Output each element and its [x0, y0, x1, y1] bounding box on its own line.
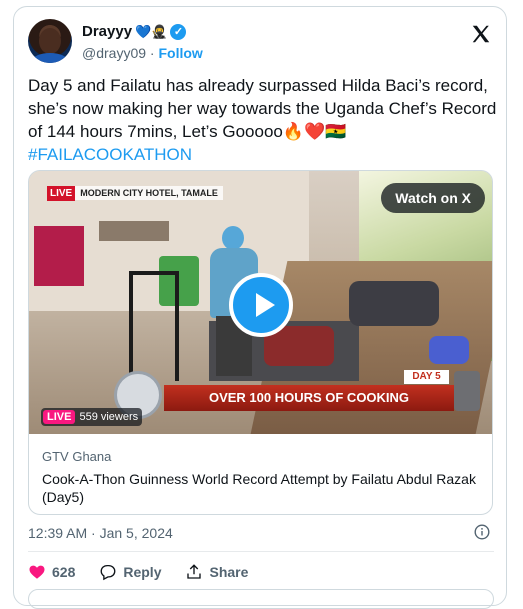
utensil-holder-graphic [454, 371, 480, 411]
chef-head [222, 226, 244, 250]
timestamp-row: 12:39 AM · Jan 5, 2024 [28, 524, 494, 541]
handle[interactable]: @drayy09 [82, 45, 146, 61]
broadcast-live-tag: LIVE MODERN CITY HOTEL, TAMALE [47, 185, 223, 201]
avatar-face [39, 28, 61, 54]
action-bar: 628 Reply Share [28, 563, 272, 581]
tweet-text: Day 5 and Failatu has already surpassed … [28, 74, 498, 166]
viewers-count: 559 viewers [79, 411, 139, 423]
play-icon[interactable] [229, 273, 293, 337]
tweet-card: Drayyy 💙🥷 ✓ @drayy09 · Follow Day 5 and … [13, 6, 507, 609]
share-label: Share [209, 564, 249, 580]
reply-label: Reply [123, 564, 162, 580]
info-icon[interactable] [474, 524, 490, 540]
media-meta: GTV Ghana Cook-A-Thon Guinness World Rec… [42, 449, 482, 506]
reply-icon [100, 564, 116, 581]
reply-button[interactable]: Reply [99, 563, 161, 581]
media-title[interactable]: Cook-A-Thon Guinness World Record Attemp… [42, 470, 482, 506]
video-scene-pot [349, 281, 439, 326]
like-count: 628 [52, 564, 76, 580]
video-scene-shelf [99, 221, 169, 241]
avatar[interactable] [28, 19, 72, 63]
video-scene-pot [429, 336, 469, 364]
video-scene-chair [129, 271, 179, 381]
heart-icon [29, 565, 45, 579]
share-icon [187, 564, 202, 579]
tweet-header: Drayyy 💙🥷 ✓ @drayy09 · Follow [28, 17, 494, 67]
media-card[interactable]: LIVE MODERN CITY HOTEL, TAMALE Watch on … [28, 170, 493, 515]
display-name[interactable]: Drayyy [82, 23, 132, 40]
follow-button[interactable]: Follow [158, 45, 202, 61]
hashtag-link[interactable]: #FAILACOOKATHON [28, 145, 192, 164]
video-player[interactable]: LIVE MODERN CITY HOTEL, TAMALE Watch on … [29, 171, 492, 434]
share-button[interactable]: Share [185, 563, 248, 581]
broadcast-banner: OVER 100 HOURS OF COOKING [164, 385, 454, 411]
timestamp[interactable]: 12:39 AM · Jan 5, 2024 [28, 525, 173, 541]
verified-icon: ✓ [170, 23, 187, 40]
like-button[interactable]: 628 [28, 563, 75, 581]
watch-on-x-button[interactable]: Watch on X [381, 183, 485, 213]
broadcast-location: MODERN CITY HOTEL, TAMALE [75, 186, 223, 200]
viewers-badge: LIVE 559 viewers [41, 408, 143, 426]
name-emojis: 💙🥷 [135, 23, 168, 39]
day-tag: DAY 5 [404, 370, 449, 384]
video-scene-red-chair [34, 226, 84, 286]
handle-row: @drayy09 · Follow [82, 45, 203, 61]
viewers-live-label: LIVE [43, 410, 76, 424]
name-row: Drayyy 💙🥷 ✓ [82, 23, 187, 40]
read-replies-button[interactable] [28, 589, 494, 609]
broadcast-live-label: LIVE [47, 185, 76, 201]
avatar-shirt [32, 53, 68, 63]
divider [28, 551, 494, 552]
x-logo-icon[interactable] [470, 23, 492, 45]
separator-dot: · [149, 45, 155, 61]
media-source: GTV Ghana [42, 449, 112, 464]
tweet-body: Day 5 and Failatu has already surpassed … [28, 76, 497, 141]
